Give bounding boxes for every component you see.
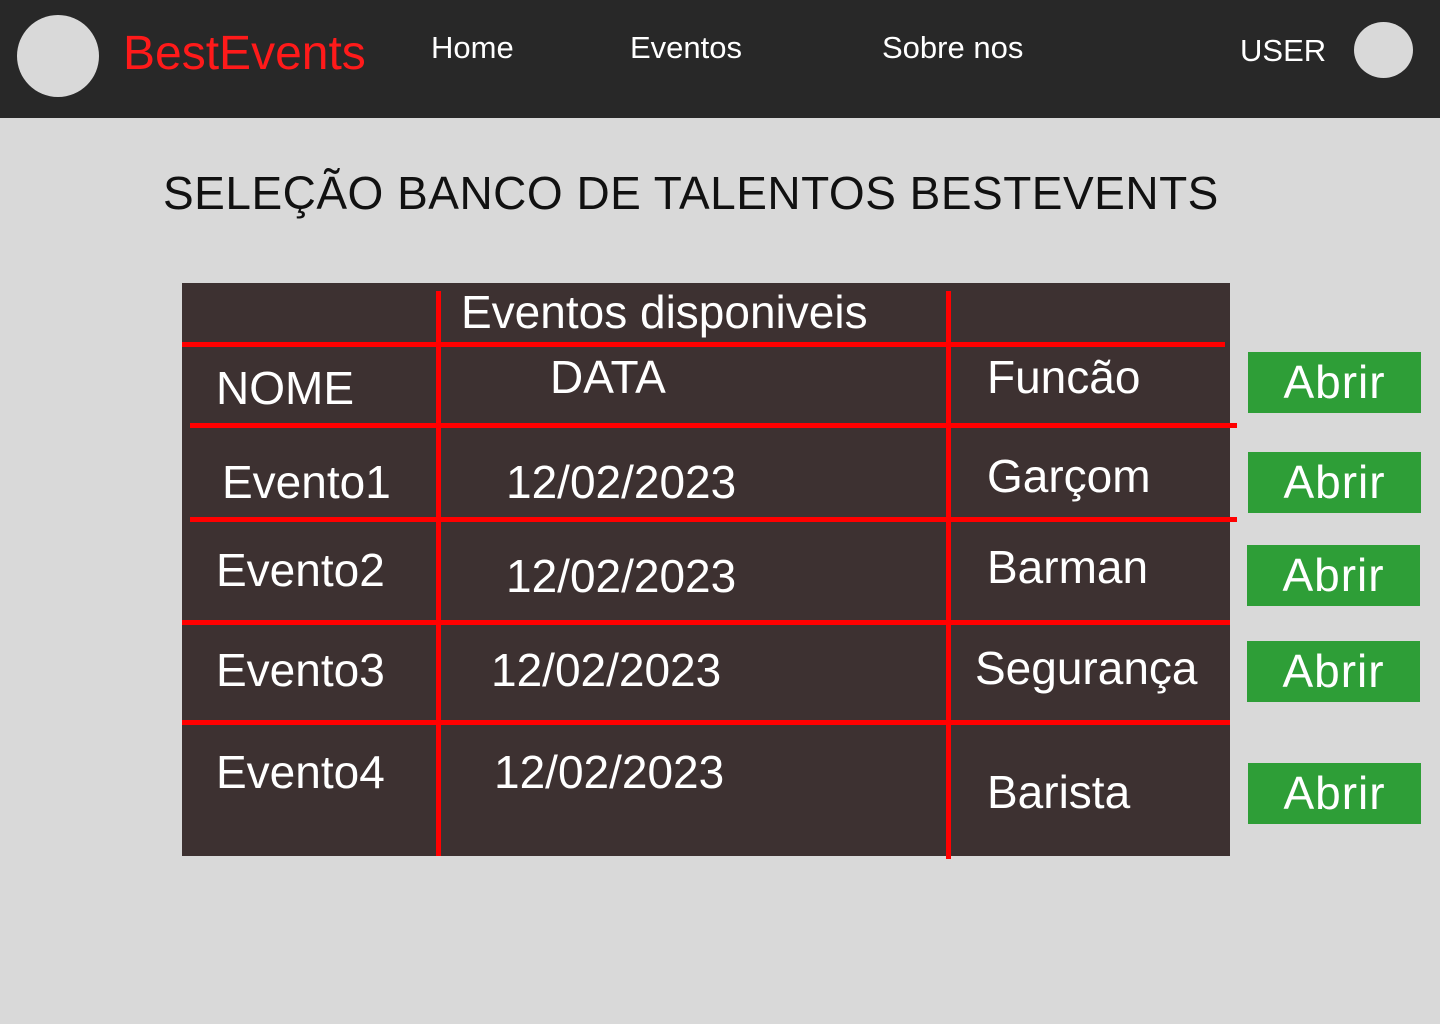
user-avatar[interactable] xyxy=(1354,22,1413,78)
abrir-button[interactable]: Abrir xyxy=(1247,545,1420,606)
row-nome: Evento3 xyxy=(216,644,385,696)
table-caption: Eventos disponiveis xyxy=(461,286,868,338)
header-data: DATA xyxy=(550,351,666,403)
navbar: BestEvents Home Eventos Sobre nos USER xyxy=(0,0,1440,118)
table-divider xyxy=(190,517,1237,522)
row-data: 12/02/2023 xyxy=(491,644,722,696)
table-divider xyxy=(190,423,1237,428)
table-divider xyxy=(182,720,1230,725)
row-funcao: Garçom xyxy=(987,450,1151,502)
row-nome: Evento4 xyxy=(216,746,385,798)
page-title: SELEÇÃO BANCO DE TALENTOS BESTEVENTS xyxy=(163,167,1219,219)
row-data: 12/02/2023 xyxy=(506,550,737,602)
abrir-button[interactable]: Abrir xyxy=(1248,352,1421,413)
row-funcao: Barista xyxy=(987,766,1131,818)
nav-link-sobre-nos[interactable]: Sobre nos xyxy=(882,28,1023,68)
table-column-divider xyxy=(946,291,951,859)
table-divider xyxy=(182,342,1225,347)
nav-link-eventos[interactable]: Eventos xyxy=(630,28,742,68)
table-column-divider xyxy=(436,291,441,856)
row-data: 12/02/2023 xyxy=(506,456,737,508)
abrir-button[interactable]: Abrir xyxy=(1248,763,1421,824)
nav-link-home[interactable]: Home xyxy=(431,28,514,68)
header-funcao: Funcão xyxy=(987,351,1141,403)
brand-name[interactable]: BestEvents xyxy=(123,26,366,82)
row-funcao: Barman xyxy=(987,541,1149,593)
user-label[interactable]: USER xyxy=(1240,31,1326,71)
abrir-button[interactable]: Abrir xyxy=(1247,641,1420,702)
table-divider xyxy=(182,620,1230,625)
row-nome: Evento2 xyxy=(216,544,385,596)
abrir-button[interactable]: Abrir xyxy=(1248,452,1421,513)
row-data: 12/02/2023 xyxy=(494,746,725,798)
header-nome: NOME xyxy=(216,362,354,414)
row-nome: Evento1 xyxy=(222,456,391,508)
logo-icon[interactable] xyxy=(17,15,99,97)
row-funcao: Segurança xyxy=(975,642,1198,694)
